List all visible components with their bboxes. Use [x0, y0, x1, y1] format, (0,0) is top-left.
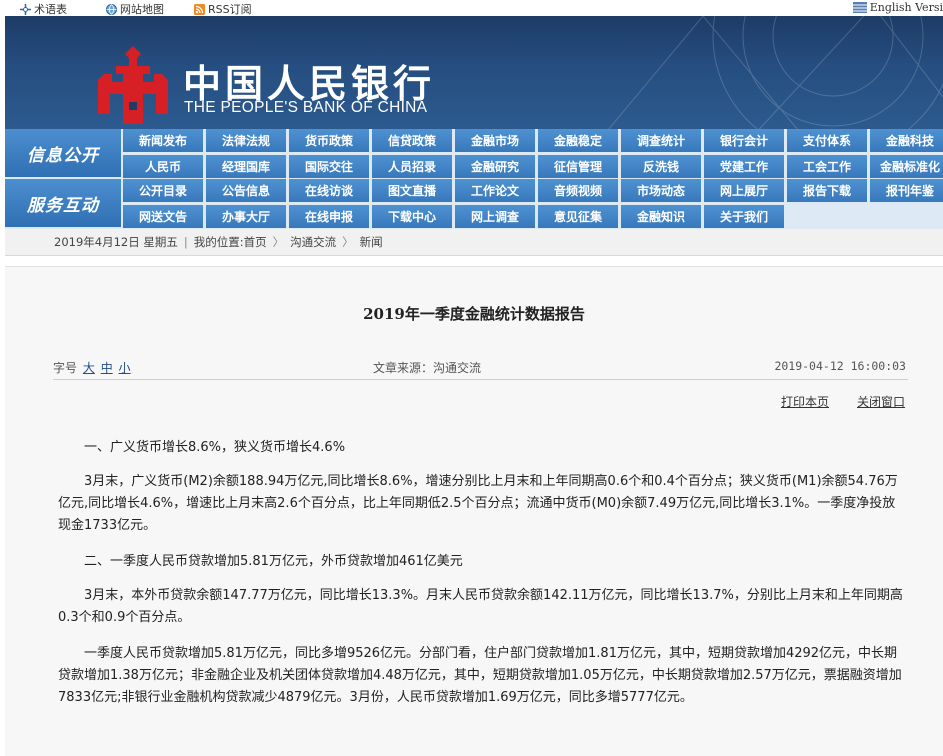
meta-divider [53, 379, 908, 380]
rss-label: RSS订阅 [208, 3, 252, 16]
article-actions: 打印本页 关闭窗口 [781, 393, 905, 410]
nav-label-service: 服务互动 [5, 179, 121, 227]
nav-item[interactable]: 国际交往 [289, 155, 369, 178]
section-heading-1: 一、广义货币增长8.6%，狭义货币增长4.6% [84, 440, 346, 455]
nav-item[interactable]: 金融研究 [455, 155, 535, 178]
nav-item[interactable]: 网上调查 [455, 205, 535, 228]
nav-item[interactable]: 工会工作 [787, 155, 867, 178]
nav-label-info: 信息公开 [5, 129, 121, 177]
nav-item[interactable]: 工作论文 [455, 179, 535, 202]
article-meta: 字号 大 中 小 文章来源：沟通交流 2019-04-12 16:00:03 [53, 357, 906, 377]
breadcrumb: 2019年4月12日 星期五 | 我的位置: 首页 〉 沟通交流 〉 新闻 [5, 229, 943, 256]
english-version-label: English Versi [869, 1, 943, 14]
article-datetime: 2019-04-12 16:00:03 [774, 359, 906, 373]
top-utility-bar: 术语表 网站地图 RSS订阅 English Versi [0, 0, 943, 16]
breadcrumb-home[interactable]: 首页 [244, 234, 267, 250]
article-paragraph: 一季度人民币贷款增加5.81万亿元，同比多增9526亿元。分部门看，住户部门贷款… [58, 646, 902, 705]
nav-item[interactable]: 新闻发布 [123, 129, 203, 152]
glossary-link[interactable]: 术语表 [20, 1, 67, 17]
crosshair-icon [20, 3, 31, 15]
nav-item[interactable]: 关于我们 [704, 205, 784, 228]
nav-item[interactable]: 意见征集 [538, 205, 618, 228]
nav-item[interactable]: 人民币 [123, 155, 203, 178]
nav-item[interactable]: 金融市场 [455, 129, 535, 152]
english-version-link[interactable]: English Versi [852, 1, 943, 14]
breadcrumb-communication[interactable]: 沟通交流 [290, 234, 336, 250]
sitemap-link[interactable]: 网站地图 [106, 1, 164, 17]
font-medium-button[interactable]: 中 [101, 361, 113, 375]
nav-item[interactable]: 信贷政策 [372, 129, 452, 152]
nav-item[interactable]: 银行会计 [704, 129, 784, 152]
nav-item[interactable]: 金融稳定 [538, 129, 618, 152]
nav-item[interactable]: 市场动态 [621, 179, 701, 202]
nav-grid-info: 新闻发布 法律法规 货币政策 信贷政策 金融市场 金融稳定 调查统计 银行会计 支付体系 金融科技… [123, 129, 943, 178]
nav-item[interactable]: 网送文告 [123, 205, 203, 228]
globe-icon [106, 3, 117, 15]
pboc-logo-icon [98, 46, 168, 124]
nav-item[interactable]: 在线访谈 [289, 179, 369, 202]
article-source: 文章来源：沟通交流 [373, 361, 482, 375]
section-heading-2: 二、一季度人民币贷款增加5.81万亿元，外币贷款增加461亿美元 [84, 554, 463, 569]
nav-item[interactable]: 金融标准化 [870, 155, 943, 178]
article-panel: 2019年一季度金融统计数据报告 字号 大 中 小 文章来源：沟通交流 2019… [5, 266, 943, 756]
nav-item[interactable]: 反洗钱 [621, 155, 701, 178]
font-large-button[interactable]: 大 [83, 361, 95, 375]
nav-item[interactable]: 音频视频 [538, 179, 618, 202]
nav-item[interactable]: 图文直播 [372, 179, 452, 202]
glossary-label: 术语表 [34, 3, 67, 16]
font-small-button[interactable]: 小 [119, 361, 131, 375]
divider: | [183, 235, 188, 249]
nav-row-service: 服务互动 公开目录 公告信息 在线访谈 图文直播 工作论文 音频视频 市场动态 网上展厅 报告下… [5, 179, 943, 228]
rss-link[interactable]: RSS订阅 [194, 1, 252, 17]
font-size-label: 字号 [53, 361, 78, 375]
nav-item[interactable]: 办事大厅 [206, 205, 286, 228]
flag-icon [852, 2, 867, 13]
nav-item[interactable]: 网上展厅 [704, 179, 784, 202]
nav-item[interactable]: 下载中心 [372, 205, 452, 228]
nav-item[interactable]: 报刊年鉴 [870, 179, 943, 202]
breadcrumb-news[interactable]: 新闻 [360, 234, 383, 250]
nav-row-info: 信息公开 新闻发布 法律法规 货币政策 信贷政策 金融市场 金融稳定 调查统计 银行会计 支付体… [5, 129, 943, 178]
font-size-controls: 字号 大 中 小 [53, 359, 131, 376]
article-body: 一、广义货币增长8.6%，狭义货币增长4.6% 3月末，广义货币(M2)余额18… [58, 437, 908, 723]
nav-item[interactable]: 征信管理 [538, 155, 618, 178]
chevron-right-icon: 〉 [272, 235, 285, 249]
nav-item[interactable]: 法律法规 [206, 129, 286, 152]
watermark-pattern [608, 16, 943, 129]
print-page-link[interactable]: 打印本页 [781, 393, 829, 410]
nav-item[interactable]: 金融科技 [870, 129, 943, 152]
main-navigation: 信息公开 新闻发布 法律法规 货币政策 信贷政策 金融市场 金融稳定 调查统计 银行会计 支付体… [5, 129, 943, 229]
nav-item[interactable]: 报告下载 [787, 179, 867, 202]
article-title: 2019年一季度金融统计数据报告 [363, 305, 585, 323]
nav-item[interactable]: 金融知识 [621, 205, 701, 228]
rss-icon [194, 3, 205, 15]
article-paragraph: 3月末，广义货币(M2)余额188.94万亿元,同比增长8.6%，增速分别比上月… [58, 474, 898, 533]
nav-item[interactable]: 调查统计 [621, 129, 701, 152]
article-paragraph: 3月末，本外币贷款余额147.77万亿元，同比增长13.3%。月末人民币贷款余额… [58, 588, 903, 625]
chevron-right-icon: 〉 [342, 235, 354, 249]
nav-item[interactable]: 经理国库 [206, 155, 286, 178]
nav-item[interactable]: 党建工作 [704, 155, 784, 178]
nav-item[interactable]: 公告信息 [206, 179, 286, 202]
close-window-link[interactable]: 关闭窗口 [857, 393, 905, 410]
nav-grid-service: 公开目录 公告信息 在线访谈 图文直播 工作论文 音频视频 市场动态 网上展厅 报告下载 报刊年鉴… [123, 179, 943, 228]
site-banner: 中国人民银行 THE PEOPLE'S BANK OF CHINA [5, 16, 943, 129]
nav-item[interactable]: 人员招录 [372, 155, 452, 178]
nav-item[interactable]: 公开目录 [123, 179, 203, 202]
location-label: 我的位置: [193, 235, 244, 249]
current-date: 2019年4月12日 星期五 [54, 235, 178, 249]
nav-item[interactable]: 在线申报 [289, 205, 369, 228]
nav-item[interactable]: 支付体系 [787, 129, 867, 152]
nav-item[interactable]: 货币政策 [289, 129, 369, 152]
sitemap-label: 网站地图 [120, 3, 164, 16]
bank-name-en: THE PEOPLE'S BANK OF CHINA [184, 99, 428, 116]
